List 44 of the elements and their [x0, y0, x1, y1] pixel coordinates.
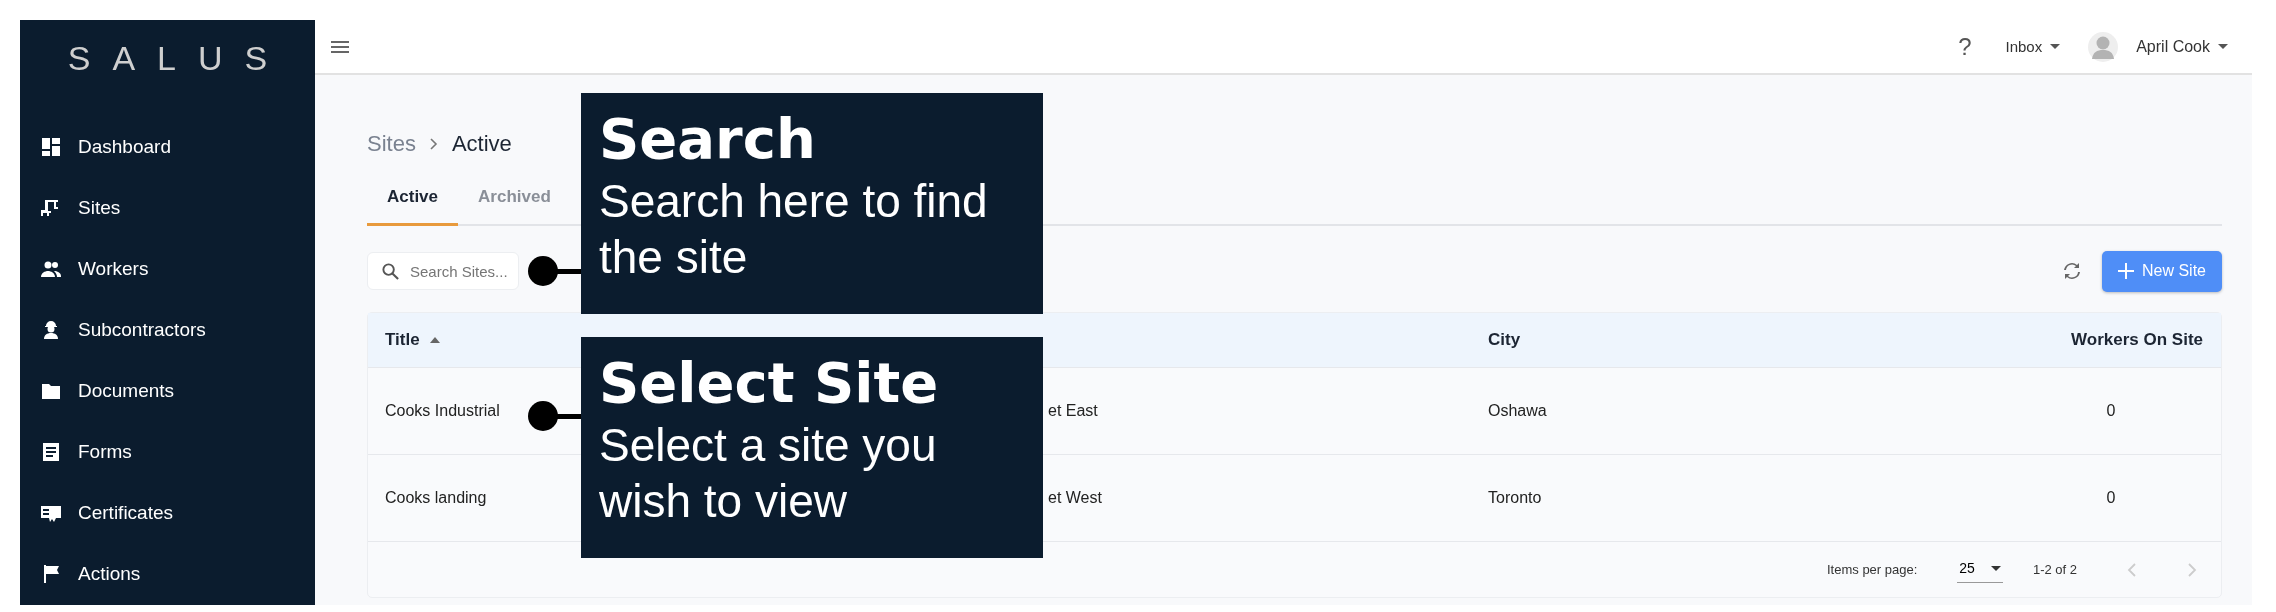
callout-text: Select a site you wish to view — [599, 418, 938, 529]
help-button[interactable]: ? — [1954, 28, 1976, 65]
callout-title: Select Site — [599, 349, 940, 417]
column-header[interactable]: City — [1488, 330, 1521, 350]
logo: SALUS — [66, 38, 291, 79]
callout-title: Search — [599, 105, 817, 173]
items-per-page-label: Items per page: — [1827, 562, 1918, 577]
table-cell: 0 — [2106, 489, 2116, 507]
table-cell: Toronto — [1488, 489, 1542, 507]
page-size-select[interactable]: 25 — [1957, 556, 2003, 583]
nav-item[interactable]: Dashboard — [20, 130, 179, 164]
breadcrumb-item: Active — [451, 131, 512, 157]
avatar-icon — [2088, 31, 2119, 62]
chevron-icon — [429, 138, 438, 150]
dashboard-icon — [40, 136, 62, 158]
table-cell: et West — [1048, 489, 1102, 507]
leader-line — [527, 400, 581, 432]
inbox-menu[interactable]: Inbox — [2001, 34, 2065, 59]
nav-item[interactable]: Workers — [20, 252, 157, 286]
callout-text: Search here to find the site — [599, 174, 989, 285]
plus-icon — [2117, 263, 2134, 279]
nav-item[interactable]: Actions — [20, 557, 149, 591]
nav-item[interactable]: Certificates — [20, 496, 182, 530]
table-cell: 0 — [2106, 402, 2116, 420]
table-cell: Cooks landing — [385, 489, 487, 507]
nav-item[interactable]: Sites — [20, 191, 129, 225]
column-header[interactable]: Workers On Site — [2071, 330, 2203, 350]
column-header[interactable]: Title — [385, 330, 420, 350]
page-range: 1-2 of 2 — [2032, 562, 2077, 577]
menu-icon[interactable] — [331, 40, 349, 53]
breadcrumb-item[interactable]: Sites — [367, 131, 416, 157]
search-field[interactable]: Search Sites... — [367, 252, 519, 290]
table-cell: Cooks Industrial — [385, 402, 500, 420]
refresh-icon[interactable] — [2061, 261, 2082, 281]
search-icon — [381, 262, 400, 281]
tab[interactable]: Active — [367, 173, 459, 226]
document-icon — [40, 441, 62, 463]
leader-line — [527, 255, 581, 287]
nav-item[interactable]: Subcontractors — [20, 313, 214, 347]
nav-item[interactable]: Forms — [20, 435, 140, 469]
nav-item[interactable]: Documents — [20, 374, 183, 408]
user-menu[interactable]: April Cook — [2132, 33, 2232, 60]
table-cell: et East — [1048, 402, 1098, 420]
table-cell: Oshawa — [1488, 402, 1547, 420]
